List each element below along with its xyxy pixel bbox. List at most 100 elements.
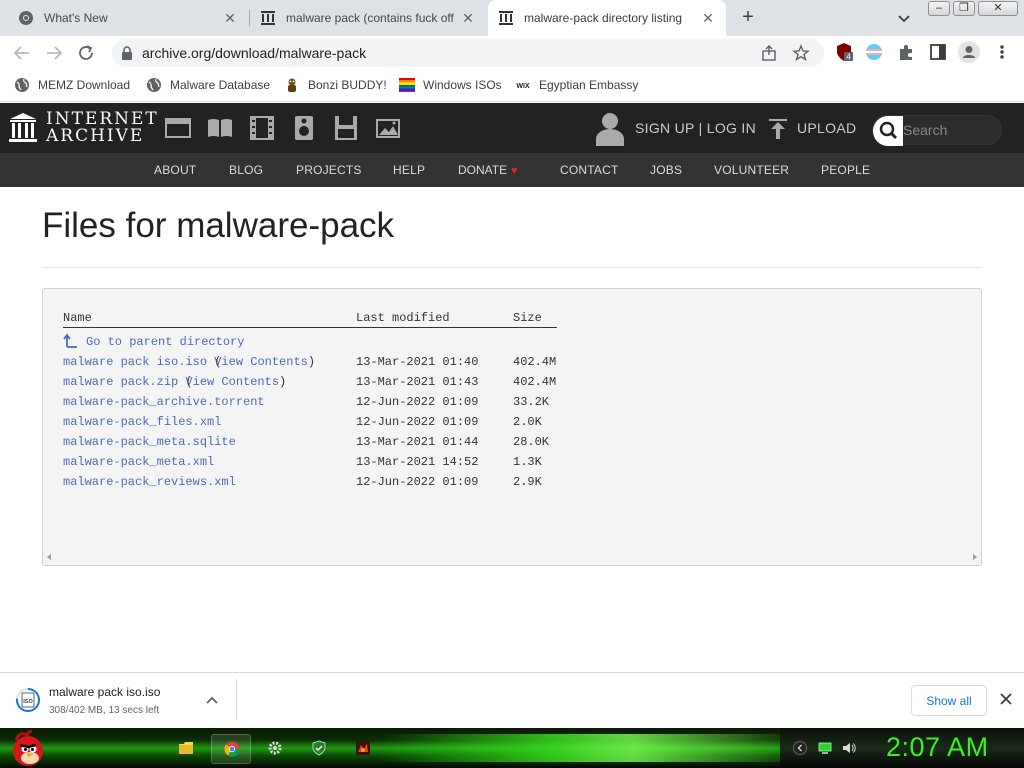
- software-icon[interactable]: [332, 115, 360, 141]
- archive-logo-icon[interactable]: [9, 113, 37, 143]
- taskbar-settings[interactable]: [255, 734, 295, 764]
- texts-icon[interactable]: [206, 115, 234, 141]
- archive-top-bar: INTERNET ARCHIVE SIGN UP | LOG IN UPLOAD: [0, 103, 1024, 153]
- signup-login-link[interactable]: SIGN UP | LOG IN: [635, 120, 756, 136]
- web-icon[interactable]: [164, 115, 192, 141]
- file-link[interactable]: malware-pack_reviews.xml: [63, 475, 236, 489]
- shelf-divider: [236, 679, 237, 721]
- upload-icon[interactable]: [768, 118, 788, 140]
- tab-title: malware pack (contains fuck off (: [286, 11, 454, 25]
- new-tab-button[interactable]: +: [736, 6, 760, 30]
- file-link[interactable]: malware pack iso.iso: [63, 355, 207, 369]
- bookmark-egyptian-embassy[interactable]: WIX Egyptian Embassy: [515, 75, 638, 95]
- system-tray: 2:07 AM: [780, 728, 1024, 768]
- scroll-left-icon: [47, 554, 51, 560]
- file-link[interactable]: malware pack.zip: [63, 375, 178, 389]
- ublock-extension-icon[interactable]: 4: [834, 42, 854, 62]
- chevron-up-icon[interactable]: [204, 693, 220, 709]
- file-modified: 12-Jun-2022 01:09: [356, 395, 479, 409]
- lock-icon[interactable]: [120, 45, 134, 61]
- tab-close-icon[interactable]: ✕: [222, 10, 238, 27]
- tab-whats-new[interactable]: What's New ✕: [8, 0, 248, 36]
- bookmark-star-icon[interactable]: [792, 44, 810, 62]
- nav-donate[interactable]: DONATE ♥: [458, 163, 518, 177]
- tab-directory-listing[interactable]: malware-pack directory listing ✕: [488, 0, 726, 36]
- bonzi-icon: [288, 78, 296, 92]
- search-button[interactable]: [873, 116, 903, 146]
- table-row: malware pack.zip (View Contents) 13-Mar-…: [63, 375, 557, 389]
- share-icon[interactable]: [760, 44, 778, 62]
- profile-avatar-icon[interactable]: [958, 41, 980, 63]
- images-icon[interactable]: [374, 115, 402, 141]
- show-hidden-icons-chevron-icon[interactable]: [793, 741, 807, 755]
- tab-malware-pack[interactable]: malware pack (contains fuck off ( ✕: [250, 0, 486, 36]
- maximize-button[interactable]: ❐: [953, 1, 975, 16]
- bookmark-bonzi-buddy[interactable]: Bonzi BUDDY!: [284, 75, 387, 95]
- bookmark-malware-database[interactable]: Malware Database: [146, 75, 270, 95]
- file-size: 28.0K: [513, 435, 550, 449]
- heart-icon: ♥: [511, 165, 518, 177]
- bookmark-label: Malware Database: [170, 78, 271, 92]
- audio-icon[interactable]: [290, 115, 318, 141]
- nav-help[interactable]: HELP: [393, 163, 425, 177]
- nav-volunteer[interactable]: VOLUNTEER: [714, 163, 789, 177]
- tab-close-icon[interactable]: ✕: [700, 10, 716, 27]
- taskbar-game[interactable]: [343, 734, 383, 764]
- close-shelf-icon[interactable]: [998, 691, 1014, 707]
- file-size: 402.4M: [513, 355, 557, 369]
- side-panel-icon[interactable]: [928, 42, 948, 62]
- show-all-button[interactable]: Show all: [911, 685, 987, 716]
- back-icon[interactable]: [10, 41, 34, 65]
- view-contents-link[interactable]: View Contents: [214, 355, 308, 369]
- tab-search-chevron-icon[interactable]: [894, 8, 914, 28]
- nav-jobs[interactable]: JOBS: [650, 163, 682, 177]
- pride-extension-icon[interactable]: [864, 42, 884, 62]
- user-icon[interactable]: [596, 112, 624, 146]
- taskbar-clock[interactable]: 2:07 AM: [886, 732, 989, 763]
- bookmark-memz-download[interactable]: MEMZ Download: [14, 75, 130, 95]
- address-bar[interactable]: archive.org/download/malware-pack: [112, 39, 824, 67]
- nav-about[interactable]: ABOUT: [154, 163, 196, 177]
- menu-kebab-icon[interactable]: [994, 42, 1010, 62]
- nav-people[interactable]: PEOPLE: [821, 163, 870, 177]
- bookmark-windows-isos[interactable]: Windows ISOs: [399, 75, 502, 95]
- volume-icon[interactable]: [842, 741, 856, 755]
- start-button-angry-bird-icon[interactable]: [6, 728, 48, 768]
- bookmarks-bar: MEMZ Download Malware Database Bonzi BUD…: [0, 69, 1024, 102]
- download-progress-icon[interactable]: ISO: [16, 687, 40, 713]
- close-window-button[interactable]: ✕: [978, 1, 1018, 16]
- nav-projects[interactable]: PROJECTS: [296, 163, 362, 177]
- tab-strip: What's New ✕ malware pack (contains fuck…: [0, 0, 1024, 36]
- taskbar-glow: [380, 734, 800, 762]
- network-icon[interactable]: [818, 741, 832, 755]
- extensions-puzzle-icon[interactable]: [896, 42, 916, 62]
- file-link[interactable]: malware-pack_meta.sqlite: [63, 435, 236, 449]
- table-row: malware-pack_files.xml 12-Jun-2022 01:09…: [43, 415, 981, 435]
- file-link[interactable]: malware-pack_meta.xml: [63, 455, 214, 469]
- upload-link[interactable]: UPLOAD: [797, 120, 856, 136]
- parent-directory-link[interactable]: Go to parent directory: [86, 335, 244, 349]
- search-input[interactable]: [903, 119, 997, 141]
- file-modified: 13-Mar-2021 01:40: [356, 355, 479, 369]
- table-row: malware-pack_meta.xml 13-Mar-2021 14:52 …: [43, 455, 981, 475]
- file-link[interactable]: malware-pack_archive.torrent: [63, 395, 265, 409]
- tab-close-icon[interactable]: ✕: [460, 10, 476, 27]
- forward-icon[interactable]: [42, 41, 66, 65]
- archive-logo-text[interactable]: INTERNET ARCHIVE: [46, 111, 159, 145]
- view-contents-link[interactable]: View Contents: [185, 375, 279, 389]
- parent-directory-row: Go to parent directory: [43, 333, 981, 355]
- reload-icon[interactable]: [74, 41, 98, 65]
- video-icon[interactable]: [248, 115, 276, 141]
- nav-contact[interactable]: CONTACT: [560, 163, 619, 177]
- url-text[interactable]: archive.org/download/malware-pack: [142, 45, 366, 61]
- nav-blog[interactable]: BLOG: [229, 163, 263, 177]
- table-row: malware pack iso.iso (View Contents) 13-…: [63, 355, 557, 369]
- download-filename[interactable]: malware pack iso.iso: [49, 685, 160, 699]
- minimize-button[interactable]: –: [928, 1, 950, 16]
- taskbar-file-explorer[interactable]: [166, 734, 206, 764]
- file-link[interactable]: malware-pack_files.xml: [63, 415, 221, 429]
- parent-arrow-icon[interactable]: [63, 333, 79, 353]
- taskbar-security[interactable]: [299, 734, 339, 764]
- taskbar-chrome[interactable]: [211, 734, 251, 764]
- horizontal-scrollbar[interactable]: [45, 552, 979, 562]
